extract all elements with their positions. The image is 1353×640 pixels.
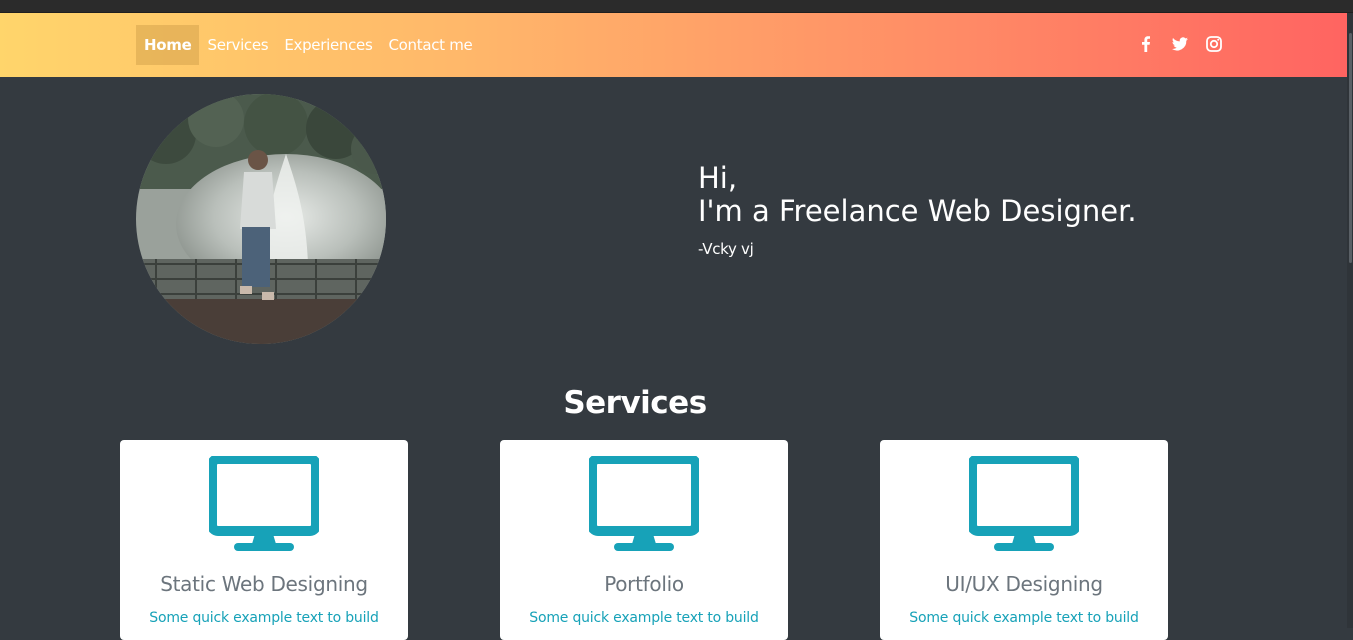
card-title: Portfolio bbox=[604, 572, 684, 596]
monitor-icon bbox=[589, 456, 699, 551]
twitter-icon[interactable] bbox=[1171, 35, 1189, 53]
hero-tagline: I'm a Freelance Web Designer. bbox=[698, 194, 1137, 228]
profile-photo bbox=[136, 94, 386, 344]
nav-link-contact[interactable]: Contact me bbox=[381, 25, 481, 65]
service-card-static-web: Static Web Designing Some quick example … bbox=[120, 440, 408, 640]
monitor-icon bbox=[209, 456, 319, 551]
nav-links: Home Services Experiences Contact me bbox=[136, 25, 480, 65]
card-title: Static Web Designing bbox=[160, 572, 368, 596]
facebook-icon[interactable] bbox=[1137, 35, 1155, 53]
page-scrollbar[interactable] bbox=[1347, 13, 1353, 628]
monitor-icon bbox=[969, 456, 1079, 551]
nav-link-experiences[interactable]: Experiences bbox=[276, 25, 380, 65]
card-title: UI/UX Designing bbox=[945, 572, 1103, 596]
service-card-uiux: UI/UX Designing Some quick example text … bbox=[880, 440, 1168, 640]
instagram-icon[interactable] bbox=[1205, 35, 1223, 53]
browser-top-strip bbox=[0, 0, 1353, 13]
scrollbar-thumb[interactable] bbox=[1349, 33, 1352, 263]
hero-signature: -Vcky vj bbox=[698, 240, 754, 258]
card-text: Some quick example text to build bbox=[529, 610, 759, 626]
service-card-portfolio: Portfolio Some quick example text to bui… bbox=[500, 440, 788, 640]
card-text: Some quick example text to build bbox=[149, 610, 379, 626]
navbar: Home Services Experiences Contact me bbox=[0, 13, 1347, 77]
hero-text: Hi, I'm a Freelance Web Designer. -Vcky … bbox=[698, 161, 1137, 259]
social-links bbox=[1137, 35, 1223, 53]
card-text: Some quick example text to build bbox=[909, 610, 1139, 626]
nav-link-home[interactable]: Home bbox=[136, 25, 200, 65]
hero-greeting: Hi, bbox=[698, 161, 738, 195]
services-title: Services bbox=[563, 385, 707, 421]
nav-link-services[interactable]: Services bbox=[199, 25, 276, 65]
